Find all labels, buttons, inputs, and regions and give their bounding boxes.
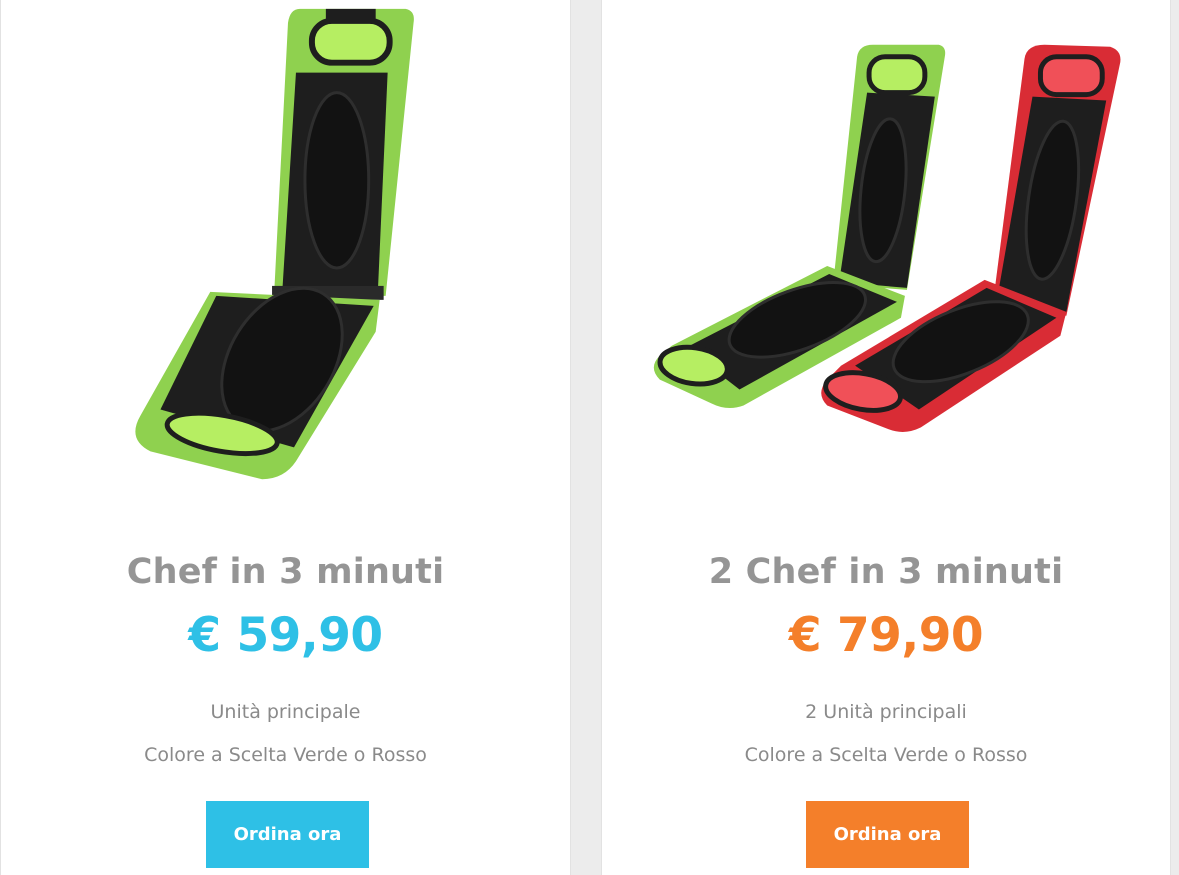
product-image-green-red-makers [602, 0, 1170, 520]
product-card-single: Chef in 3 minuti € 59,90 Unità principal… [0, 0, 571, 875]
product-image-green-maker [1, 0, 570, 520]
feature-item: Colore a Scelta Verde o Rosso [744, 744, 1028, 766]
product-title: 2 Chef in 3 minuti [708, 552, 1064, 592]
feature-item: Colore a Scelta Verde o Rosso [144, 744, 427, 766]
product-title: Chef in 3 minuti [126, 552, 445, 592]
product-price: € 59,90 [188, 608, 383, 663]
product-card-double: 2 Chef in 3 minuti € 79,90 2 Unità princ… [601, 0, 1171, 875]
feature-item: Unità principale [210, 701, 361, 723]
order-now-button[interactable]: Ordina ora [806, 801, 969, 868]
order-now-button[interactable]: Ordina ora [206, 801, 369, 868]
feature-item: 2 Unità principali [805, 701, 967, 723]
product-price: € 79,90 [788, 608, 984, 663]
